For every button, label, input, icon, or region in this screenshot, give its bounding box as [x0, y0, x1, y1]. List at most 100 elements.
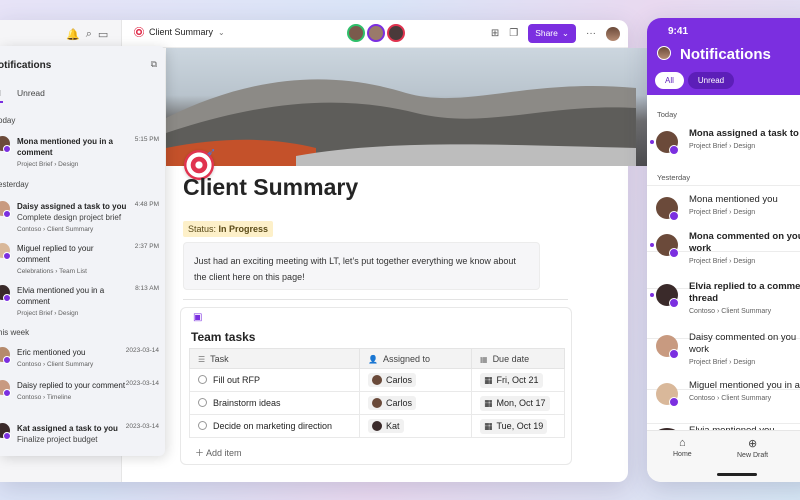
- phone-header: 9:41 Notifications All Unread: [647, 18, 800, 95]
- team-tasks-card: ▣ Team tasks ☰ Task 👤 Assigned to ▦ Due dat…: [180, 307, 572, 465]
- assignee-cell[interactable]: Carlos: [359, 391, 472, 415]
- column-header-due[interactable]: ▦ Due date: [471, 348, 565, 369]
- task-checkbox[interactable]: [198, 375, 207, 384]
- mention-badge-icon: [3, 356, 11, 364]
- reply-badge-icon: [3, 389, 11, 397]
- notification-text: Daisy assigned a task to you Complete des…: [17, 202, 127, 233]
- table-row[interactable]: Decide on marketing direction Kat ▦ Tue, …: [189, 414, 565, 438]
- avatar[interactable]: [347, 24, 365, 42]
- task-name: Fill out RFP: [213, 375, 261, 385]
- avatar[interactable]: [367, 24, 385, 42]
- table-header-row: ☰ Task 👤 Assigned to ▦ Due date: [189, 348, 565, 369]
- notification-text: Eric mentioned you Contoso › Client Summa…: [17, 348, 94, 368]
- more-icon[interactable]: ···: [586, 28, 596, 39]
- section-today: Today: [657, 110, 678, 119]
- task-cell[interactable]: Fill out RFP: [189, 368, 360, 392]
- calendar-icon: ▦: [484, 374, 493, 385]
- pane-tabs: ll Unread: [0, 88, 45, 103]
- notifications-pane: otifications ⧉ ll Unread oday Mona menti…: [0, 46, 165, 456]
- notification-text: Mona assigned a task to Project Brief › D…: [689, 128, 799, 150]
- avatar[interactable]: [387, 24, 405, 42]
- notification-item[interactable]: Elvia replied to a comme thread Contoso ›…: [647, 281, 800, 339]
- assignee-chip[interactable]: Carlos: [368, 396, 417, 410]
- avatar[interactable]: [657, 46, 671, 60]
- assignee-chip[interactable]: Kat: [368, 419, 404, 433]
- bell-icon[interactable]: 🔔: [66, 28, 80, 41]
- share-label: Share: [535, 28, 558, 38]
- search-icon[interactable]: ⌕: [86, 28, 92, 41]
- presence-avatars[interactable]: [347, 24, 405, 42]
- share-button[interactable]: Share ⌄: [528, 24, 576, 43]
- task-cell[interactable]: Decide on marketing direction: [189, 414, 360, 438]
- notification-item[interactable]: Miguel replied to your comment Celebratio…: [0, 243, 165, 283]
- tab-unread[interactable]: Unread: [687, 72, 735, 89]
- task-badge-icon: [669, 145, 679, 155]
- notification-item[interactable]: Daisy replied to your comment Contoso › T…: [0, 380, 165, 420]
- avatar: [372, 421, 382, 431]
- section-today: oday: [0, 116, 16, 125]
- notification-text: Daisy commented on you work Project Brief…: [689, 332, 797, 366]
- home-indicator: [717, 473, 757, 476]
- nav-new-draft[interactable]: ⊕ New Draft: [737, 437, 768, 459]
- notification-item[interactable]: Kat assigned a task to you Finalize proje…: [0, 423, 165, 456]
- assignee-cell[interactable]: Kat: [359, 414, 472, 438]
- notification-item[interactable]: Daisy assigned a task to you Complete des…: [0, 201, 165, 241]
- table-row[interactable]: Fill out RFP Carlos ▦ Fri, Oct 21: [189, 368, 565, 392]
- notification-text: Mona mentioned you Project Brief › Design: [689, 194, 778, 216]
- tab-all[interactable]: ll: [0, 88, 3, 103]
- column-header-assigned[interactable]: 👤 Assigned to: [359, 348, 472, 369]
- person-icon: 👤: [368, 354, 378, 364]
- doc-title-menu[interactable]: Client Summary ⌄: [134, 27, 225, 37]
- due-cell[interactable]: ▦ Fri, Oct 21: [471, 368, 565, 392]
- nav-home[interactable]: ⌂ Home: [673, 437, 692, 458]
- comment-badge-icon: [669, 248, 679, 258]
- due-cell[interactable]: ▦ Tue, Oct 19: [471, 414, 565, 438]
- notification-item[interactable]: Elvia mentioned you in a comment Project …: [0, 285, 165, 325]
- reply-badge-icon: [669, 298, 679, 308]
- comment-badge-icon: [669, 349, 679, 359]
- present-icon[interactable]: ▭: [98, 28, 108, 41]
- due-chip[interactable]: ▦ Mon, Oct 17: [480, 395, 550, 411]
- add-item-button[interactable]: ＋ Add item: [195, 446, 242, 459]
- timestamp: 2023-03-14: [125, 347, 159, 354]
- due-date: Tue, Oct 19: [496, 421, 544, 431]
- unread-dot: [650, 243, 654, 247]
- avatar: [372, 375, 382, 385]
- pane-title: otifications: [0, 60, 52, 71]
- notification-item[interactable]: Mona mentioned you in a comment Project B…: [0, 136, 165, 176]
- assignee-cell[interactable]: Carlos: [359, 368, 472, 392]
- task-cell[interactable]: Brainstorm ideas: [189, 391, 360, 415]
- timestamp: 5:15 PM: [134, 136, 159, 143]
- copy-icon[interactable]: ❐: [509, 28, 518, 39]
- calendar-icon: ▦: [484, 420, 493, 431]
- task-badge-icon: [3, 432, 11, 440]
- task-checkbox[interactable]: [198, 421, 207, 430]
- notification-item[interactable]: Miguel mentioned you in a Contoso › Clien…: [647, 380, 800, 424]
- mention-badge-icon: [669, 397, 679, 407]
- tab-all[interactable]: All: [655, 72, 684, 89]
- task-badge-icon: [3, 210, 11, 218]
- header-label: Task: [210, 353, 229, 364]
- notification-text: Mona commented on you work Project Brief …: [689, 231, 800, 265]
- avatar[interactable]: [606, 26, 620, 41]
- header-label: Assigned to: [382, 353, 430, 364]
- notification-text: Daisy replied to your comment Contoso › T…: [17, 381, 126, 401]
- timestamp: 2023-03-14: [125, 380, 159, 387]
- assignee-chip[interactable]: Carlos: [368, 373, 417, 387]
- due-cell[interactable]: ▦ Mon, Oct 17: [471, 391, 565, 415]
- task-checkbox[interactable]: [198, 398, 207, 407]
- timestamp: 8:13 AM: [135, 285, 159, 292]
- table-row[interactable]: Brainstorm ideas Carlos ▦ Mon, Oct 17: [189, 391, 565, 415]
- due-chip[interactable]: ▦ Tue, Oct 19: [480, 418, 548, 434]
- apps-icon[interactable]: ⊞: [491, 28, 499, 39]
- due-chip[interactable]: ▦ Fri, Oct 21: [480, 372, 543, 388]
- chevron-down-icon: ⌄: [561, 28, 569, 38]
- callout-text[interactable]: Just had an exciting meeting with LT, le…: [183, 242, 540, 290]
- status-prefix: Status:: [188, 224, 217, 234]
- tab-unread[interactable]: Unread: [17, 88, 45, 103]
- target-icon: [134, 27, 144, 37]
- task-name: Brainstorm ideas: [213, 398, 281, 408]
- assignee-name: Carlos: [386, 375, 413, 385]
- column-header-task[interactable]: ☰ Task: [189, 348, 360, 369]
- pop-out-icon[interactable]: ⧉: [151, 59, 157, 70]
